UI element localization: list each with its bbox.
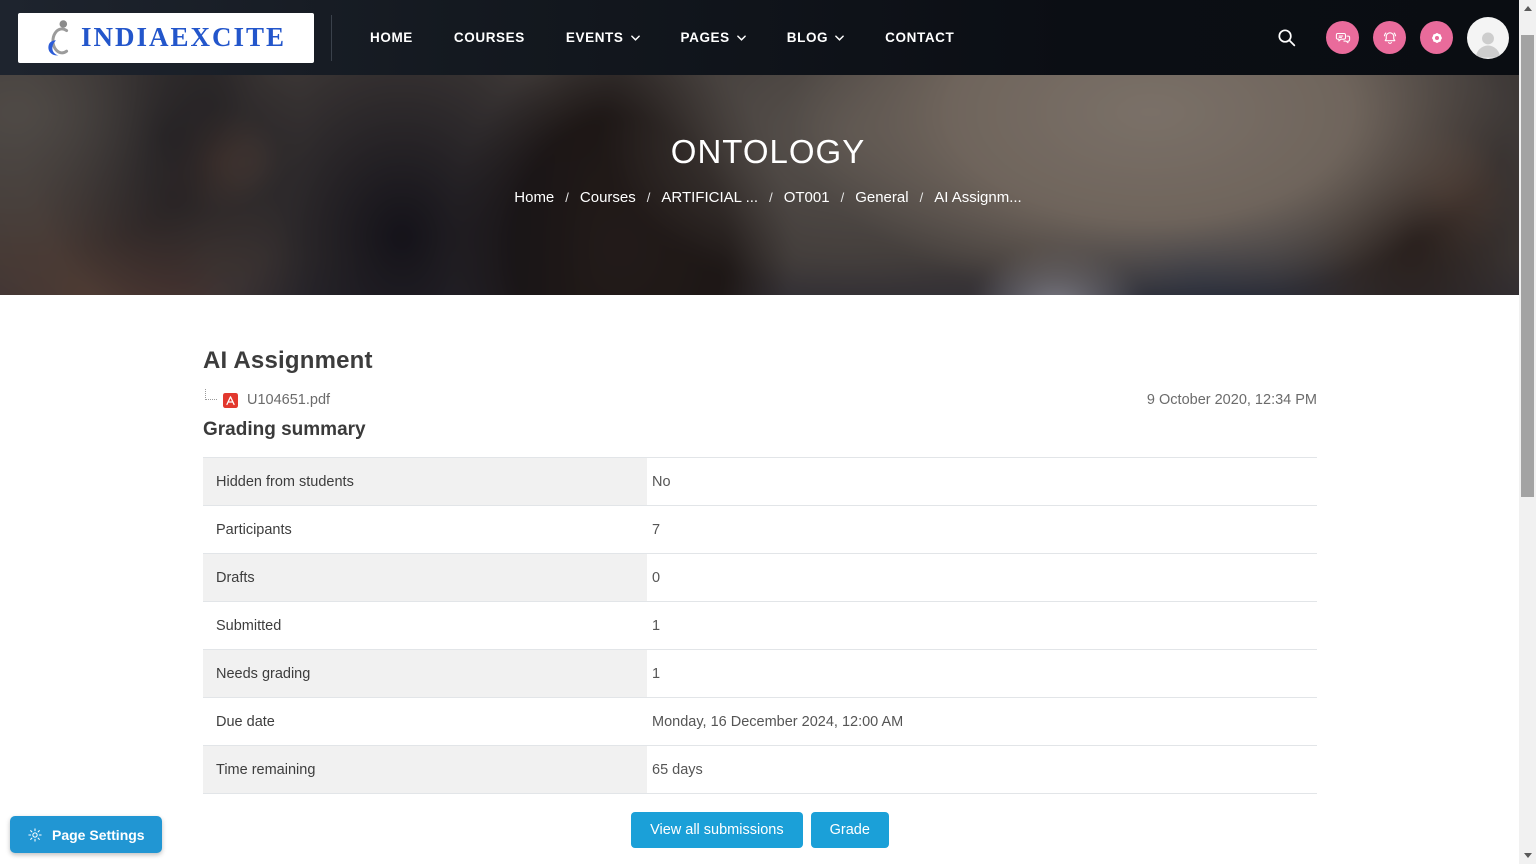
page-settings-button[interactable]: Page Settings — [10, 816, 162, 853]
breadcrumb-section[interactable]: General — [855, 189, 908, 206]
nav-home-label: HOME — [370, 30, 413, 45]
table-row: Submitted 1 — [203, 602, 1317, 650]
nav-item-events[interactable]: EVENTS — [566, 30, 640, 45]
top-navbar: INDIAEXCITE HOME COURSES EVENTS PAGES BL… — [0, 0, 1536, 75]
breadcrumb-course-code[interactable]: OT001 — [784, 189, 830, 206]
row-value: 1 — [647, 602, 1317, 649]
nav-contact-label: CONTACT — [885, 30, 954, 45]
search-icon[interactable] — [1275, 26, 1298, 49]
scroll-down-icon[interactable] — [1519, 847, 1536, 864]
nav-courses-label: COURSES — [454, 30, 525, 45]
logo-swoosh-icon — [46, 18, 74, 58]
breadcrumb-assignment[interactable]: AI Assignm... — [934, 189, 1022, 206]
row-label: Needs grading — [203, 650, 647, 697]
chevron-down-icon — [631, 35, 640, 41]
breadcrumb: Home / Courses / ARTIFICIAL ... / OT001 … — [514, 189, 1021, 206]
nav-item-pages[interactable]: PAGES — [681, 30, 746, 45]
table-row: Participants 7 — [203, 506, 1317, 554]
row-label: Time remaining — [203, 746, 647, 793]
breadcrumb-separator: / — [565, 190, 569, 205]
assignment-actions: View all submissions Grade — [203, 812, 1317, 848]
row-label: Due date — [203, 698, 647, 745]
logo-text: INDIAEXCITE — [81, 22, 286, 53]
navbar-actions — [1275, 17, 1509, 59]
row-value: 1 — [647, 650, 1317, 697]
main-content: AI Assignment U104651.pdf 9 October 2020… — [203, 347, 1317, 848]
breadcrumb-separator: / — [647, 190, 651, 205]
notifications-icon[interactable] — [1373, 21, 1406, 54]
row-value: No — [647, 458, 1317, 505]
chevron-down-icon — [835, 35, 844, 41]
course-title: ONTOLOGY — [671, 133, 865, 171]
table-row: Due date Monday, 16 December 2024, 12:00… — [203, 698, 1317, 746]
row-value: 0 — [647, 554, 1317, 601]
hero-banner: ONTOLOGY Home / Courses / ARTIFICIAL ...… — [0, 75, 1536, 295]
breadcrumb-separator: / — [769, 190, 773, 205]
nav-blog-label: BLOG — [787, 30, 828, 45]
scroll-up-icon[interactable] — [1519, 0, 1536, 17]
submission-timestamp: 9 October 2020, 12:34 PM — [1147, 392, 1317, 408]
nav-item-blog[interactable]: BLOG — [787, 30, 844, 45]
breadcrumb-courses[interactable]: Courses — [580, 189, 636, 206]
breadcrumb-home[interactable]: Home — [514, 189, 554, 206]
table-row: Drafts 0 — [203, 554, 1317, 602]
table-row: Needs grading 1 — [203, 650, 1317, 698]
vertical-scrollbar[interactable] — [1519, 0, 1536, 864]
table-row: Hidden from students No — [203, 458, 1317, 506]
row-value: Monday, 16 December 2024, 12:00 AM — [647, 698, 1317, 745]
nav-pages-label: PAGES — [681, 30, 730, 45]
row-value: 7 — [647, 506, 1317, 553]
attachment-row: U104651.pdf 9 October 2020, 12:34 PM — [203, 390, 1317, 410]
gear-icon — [27, 827, 43, 843]
assignment-title: AI Assignment — [203, 347, 1317, 375]
main-nav: HOME COURSES EVENTS PAGES BLOG CONTACT — [370, 30, 954, 45]
site-logo[interactable]: INDIAEXCITE — [18, 13, 314, 63]
person-icon — [1471, 25, 1505, 59]
row-label: Submitted — [203, 602, 647, 649]
user-avatar[interactable] — [1467, 17, 1509, 59]
scrollbar-thumb[interactable] — [1521, 35, 1534, 497]
chevron-down-icon — [737, 35, 746, 41]
grade-button[interactable]: Grade — [811, 812, 889, 848]
nav-item-contact[interactable]: CONTACT — [885, 30, 954, 45]
breadcrumb-course[interactable]: ARTIFICIAL ... — [661, 189, 758, 206]
row-label: Hidden from students — [203, 458, 647, 505]
breadcrumb-separator: / — [920, 190, 924, 205]
nav-item-home[interactable]: HOME — [370, 30, 413, 45]
pdf-file-icon — [223, 393, 238, 408]
nav-divider — [331, 15, 332, 61]
view-all-submissions-button[interactable]: View all submissions — [631, 812, 803, 848]
breadcrumb-separator: / — [841, 190, 845, 205]
attachment-link[interactable]: U104651.pdf — [247, 392, 330, 408]
tree-connector — [205, 389, 217, 400]
grading-summary-title: Grading summary — [203, 419, 1317, 441]
page-settings-label: Page Settings — [52, 827, 145, 843]
settings-icon[interactable] — [1420, 21, 1453, 54]
messages-icon[interactable] — [1326, 21, 1359, 54]
grading-summary-table: Hidden from students No Participants 7 D… — [203, 457, 1317, 794]
row-label: Drafts — [203, 554, 647, 601]
nav-item-courses[interactable]: COURSES — [454, 30, 525, 45]
nav-events-label: EVENTS — [566, 30, 624, 45]
row-label: Participants — [203, 506, 647, 553]
table-row: Time remaining 65 days — [203, 746, 1317, 794]
row-value: 65 days — [647, 746, 1317, 793]
